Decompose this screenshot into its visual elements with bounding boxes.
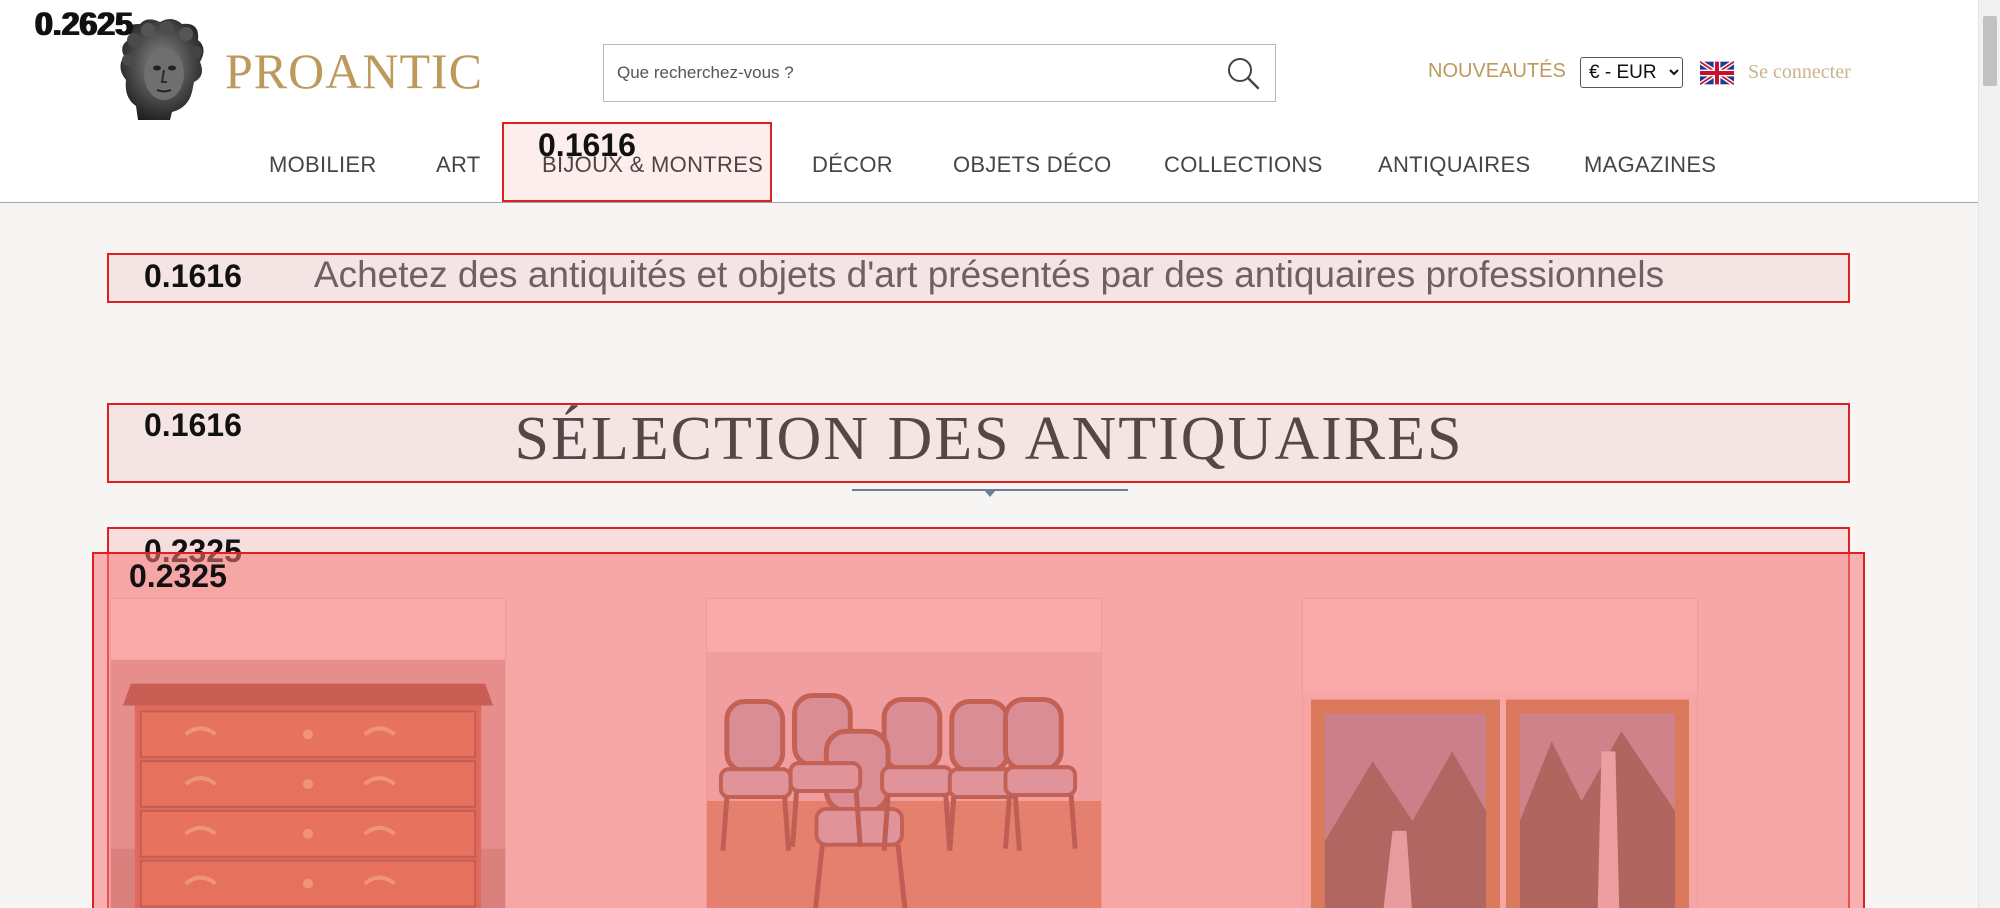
nav-item-antiquaires[interactable]: ANTIQUAIRES <box>1378 152 1530 178</box>
nav-item-mobilier[interactable]: MOBILIER <box>269 152 377 178</box>
nouveautes-link[interactable]: NOUVEAUTÉS <box>1428 60 1566 83</box>
nav-item-collections[interactable]: COLLECTIONS <box>1164 152 1323 178</box>
search-input[interactable] <box>604 45 1204 101</box>
overlay-box-nav: 0.1616 <box>502 122 772 202</box>
overlay-label-title: 0.1616 <box>144 407 242 443</box>
overlay-box-tagline: 0.1616 <box>107 253 1850 303</box>
site-header: PROANTIC NOUVEAUTÉS € - EUR Se connecter… <box>0 0 1978 203</box>
search-box <box>603 44 1276 102</box>
brand-name[interactable]: PROANTIC <box>225 42 483 100</box>
nav-item-decor[interactable]: DÉCOR <box>812 152 893 178</box>
currency-select[interactable]: € - EUR <box>1580 57 1683 88</box>
overlay-label-top-left-b: 0.2625 <box>36 6 134 42</box>
nav-item-objets-deco[interactable]: OBJETS DÉCO <box>953 152 1112 178</box>
overlay-box-title: 0.1616 <box>107 403 1850 483</box>
login-link[interactable]: Se connecter <box>1748 61 1851 84</box>
uk-flag-icon[interactable] <box>1700 60 1734 86</box>
overlay-box-products-b: 0.2325 <box>92 552 1865 908</box>
overlay-label-nav: 0.1616 <box>538 127 636 163</box>
overlay-label-tagline: 0.1616 <box>144 258 242 294</box>
scrollbar-thumb[interactable] <box>1983 16 1997 86</box>
title-divider <box>852 489 1128 497</box>
overlay-label-products-b: 0.2325 <box>129 558 227 594</box>
page-scrollbar[interactable] <box>1978 0 2000 908</box>
search-icon[interactable] <box>1225 55 1261 91</box>
nav-item-art[interactable]: ART <box>436 152 481 178</box>
main-nav: MOBILIER ART BIJOUX & MONTRES DÉCOR OBJE… <box>0 130 1978 202</box>
nav-item-magazines[interactable]: MAGAZINES <box>1584 152 1716 178</box>
